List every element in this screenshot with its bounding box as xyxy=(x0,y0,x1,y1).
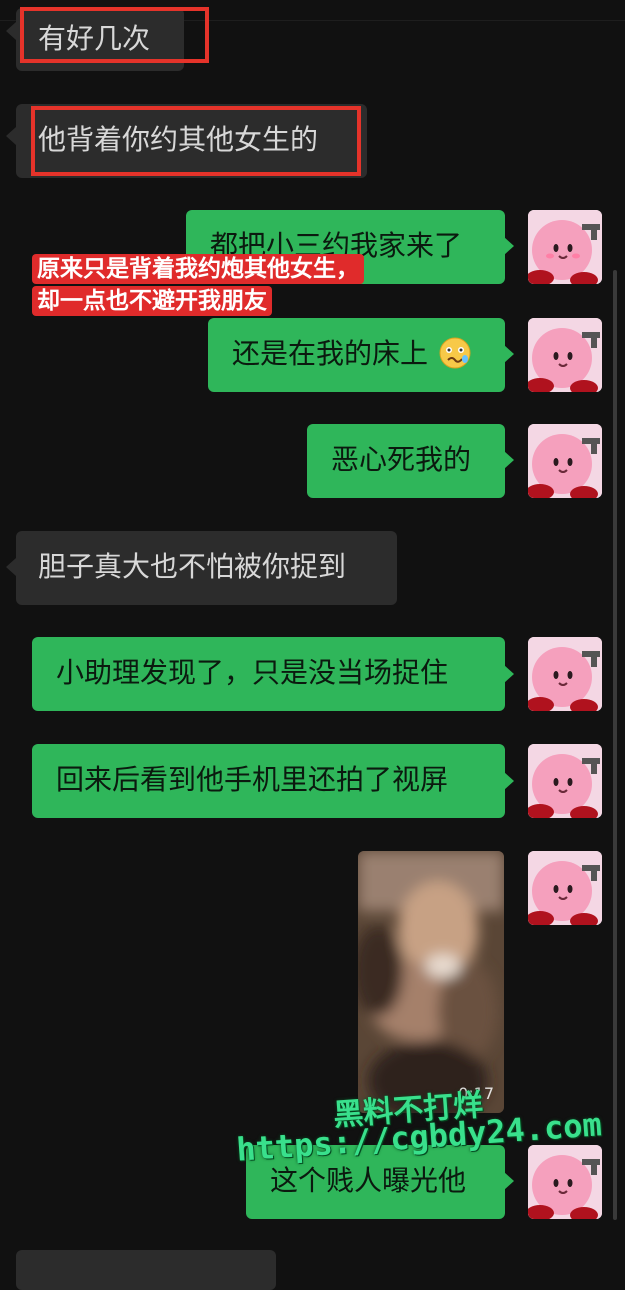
pink-plush-avatar-icon xyxy=(528,1145,602,1219)
message-bubble-outgoing[interactable]: 回来后看到他手机里还拍了视屏 xyxy=(32,744,505,818)
annotation-line: 原来只是背着我约炮其他女生， xyxy=(32,254,364,284)
bubble-tail xyxy=(504,451,514,469)
bubble-tail xyxy=(6,558,16,576)
highlight-box xyxy=(31,106,361,176)
video-message[interactable]: 0:17 xyxy=(358,851,504,1113)
annotation-overlay: 原来只是背着我约炮其他女生， 却一点也不避开我朋友 xyxy=(32,254,364,318)
pink-plush-avatar-icon xyxy=(528,744,602,818)
message-bubble-incoming-partial[interactable] xyxy=(16,1250,276,1290)
bubble-tail xyxy=(6,127,16,145)
blurred-video-thumbnail xyxy=(358,851,504,1113)
bubble-tail xyxy=(504,237,514,255)
bubble-tail xyxy=(504,345,514,363)
scrollbar[interactable] xyxy=(613,270,617,1220)
message-bubble-outgoing[interactable]: 还是在我的床上 xyxy=(208,318,505,392)
annotation-line: 却一点也不避开我朋友 xyxy=(32,286,272,316)
message-bubble-outgoing[interactable]: 恶心死我的 xyxy=(307,424,505,498)
avatar[interactable] xyxy=(528,210,602,284)
bubble-tail xyxy=(6,22,16,40)
pink-plush-avatar-icon xyxy=(528,637,602,711)
avatar[interactable] xyxy=(528,1145,602,1219)
pink-plush-avatar-icon xyxy=(528,210,602,284)
avatar[interactable] xyxy=(528,851,602,925)
bubble-tail xyxy=(504,1172,514,1190)
avatar[interactable] xyxy=(528,318,602,392)
message-text: 还是在我的床上 xyxy=(232,337,429,370)
bubble-tail xyxy=(504,665,514,683)
pink-plush-avatar-icon xyxy=(528,851,602,925)
highlight-box xyxy=(20,7,209,63)
avatar[interactable] xyxy=(528,637,602,711)
message-bubble-incoming[interactable]: 胆子真大也不怕被你捉到 xyxy=(16,531,397,605)
woozy-face-icon xyxy=(439,337,471,369)
pink-plush-avatar-icon xyxy=(528,318,602,392)
avatar[interactable] xyxy=(528,744,602,818)
avatar[interactable] xyxy=(528,424,602,498)
pink-plush-avatar-icon xyxy=(528,424,602,498)
message-bubble-outgoing[interactable]: 小助理发现了，只是没当场捉住 xyxy=(32,637,505,711)
bubble-tail xyxy=(504,772,514,790)
